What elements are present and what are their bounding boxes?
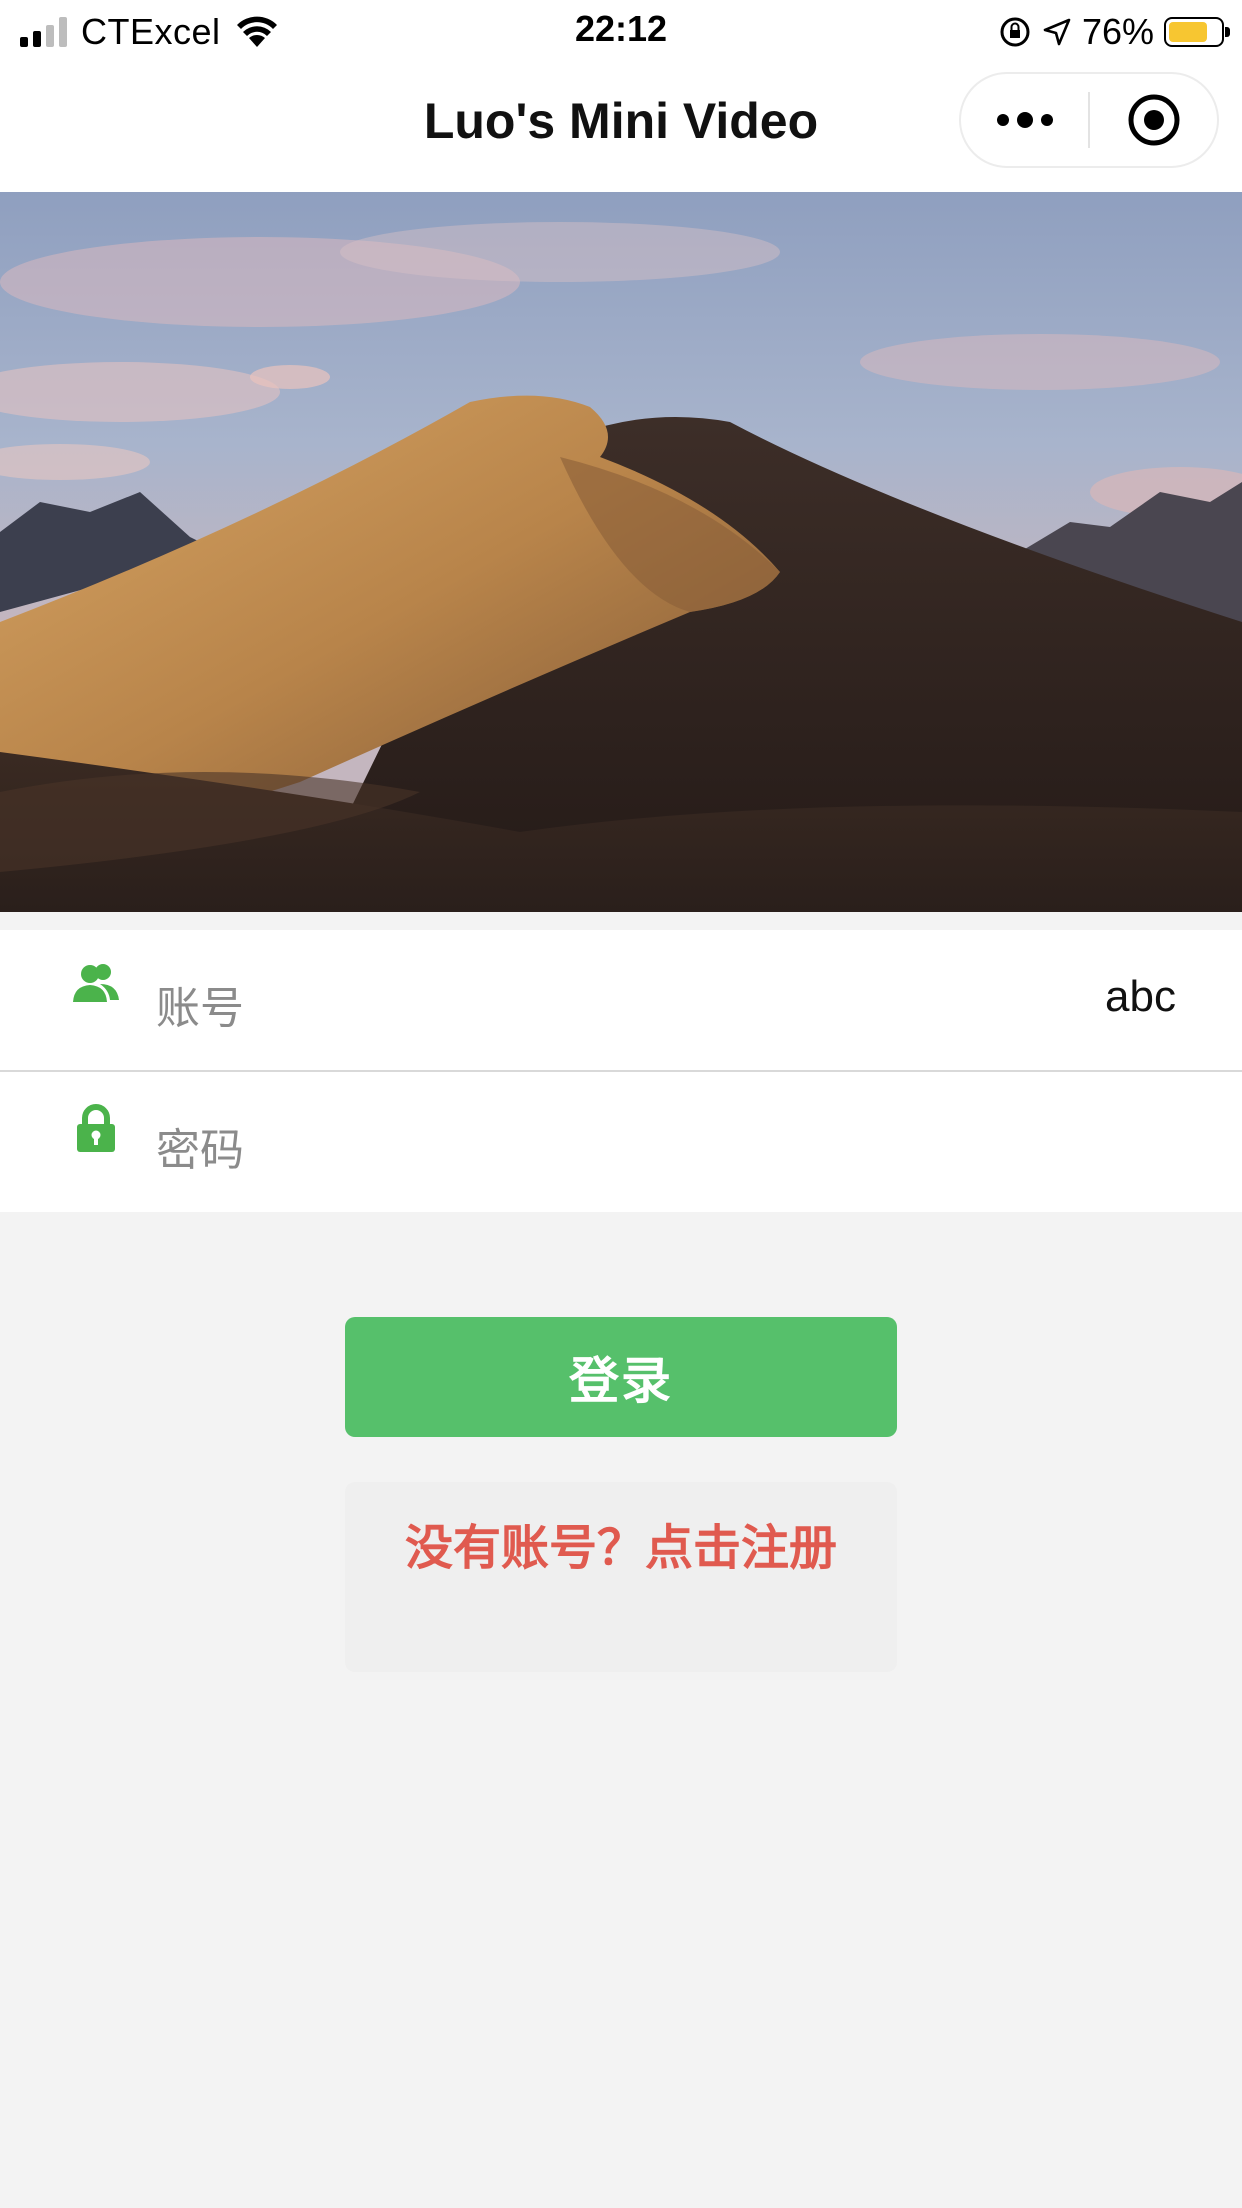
login-button[interactable]: 登录 [345,1317,897,1437]
password-row[interactable]: 密码 [0,1072,1242,1212]
battery-level [1169,22,1207,42]
register-button[interactable]: 没有账号？点击注册 [345,1482,897,1672]
more-dots-icon [996,112,1053,128]
password-label: 密码 [156,1125,244,1176]
nav-bar: Luo's Mini Video [0,62,1242,192]
status-right: 76% [998,10,1230,54]
close-button[interactable] [1090,74,1217,166]
lock-icon [77,1104,115,1152]
battery-percent: 76% [1081,11,1154,52]
battery-icon [1164,17,1230,47]
rotation-lock-icon [1000,17,1030,47]
account-row[interactable]: 账号 abc [0,930,1242,1070]
location-arrow-icon [1043,18,1071,46]
more-button[interactable] [961,74,1088,166]
banner-image [0,192,1242,912]
account-label: 账号 [156,983,244,1034]
target-circle-icon [1128,94,1179,146]
users-icon [73,964,119,1002]
mini-program-capsule [959,72,1219,168]
account-input[interactable]: abc [1105,972,1176,1022]
status-bar: CTExcel 22:12 76% [0,0,1242,62]
desert-dune-image [0,192,1242,912]
